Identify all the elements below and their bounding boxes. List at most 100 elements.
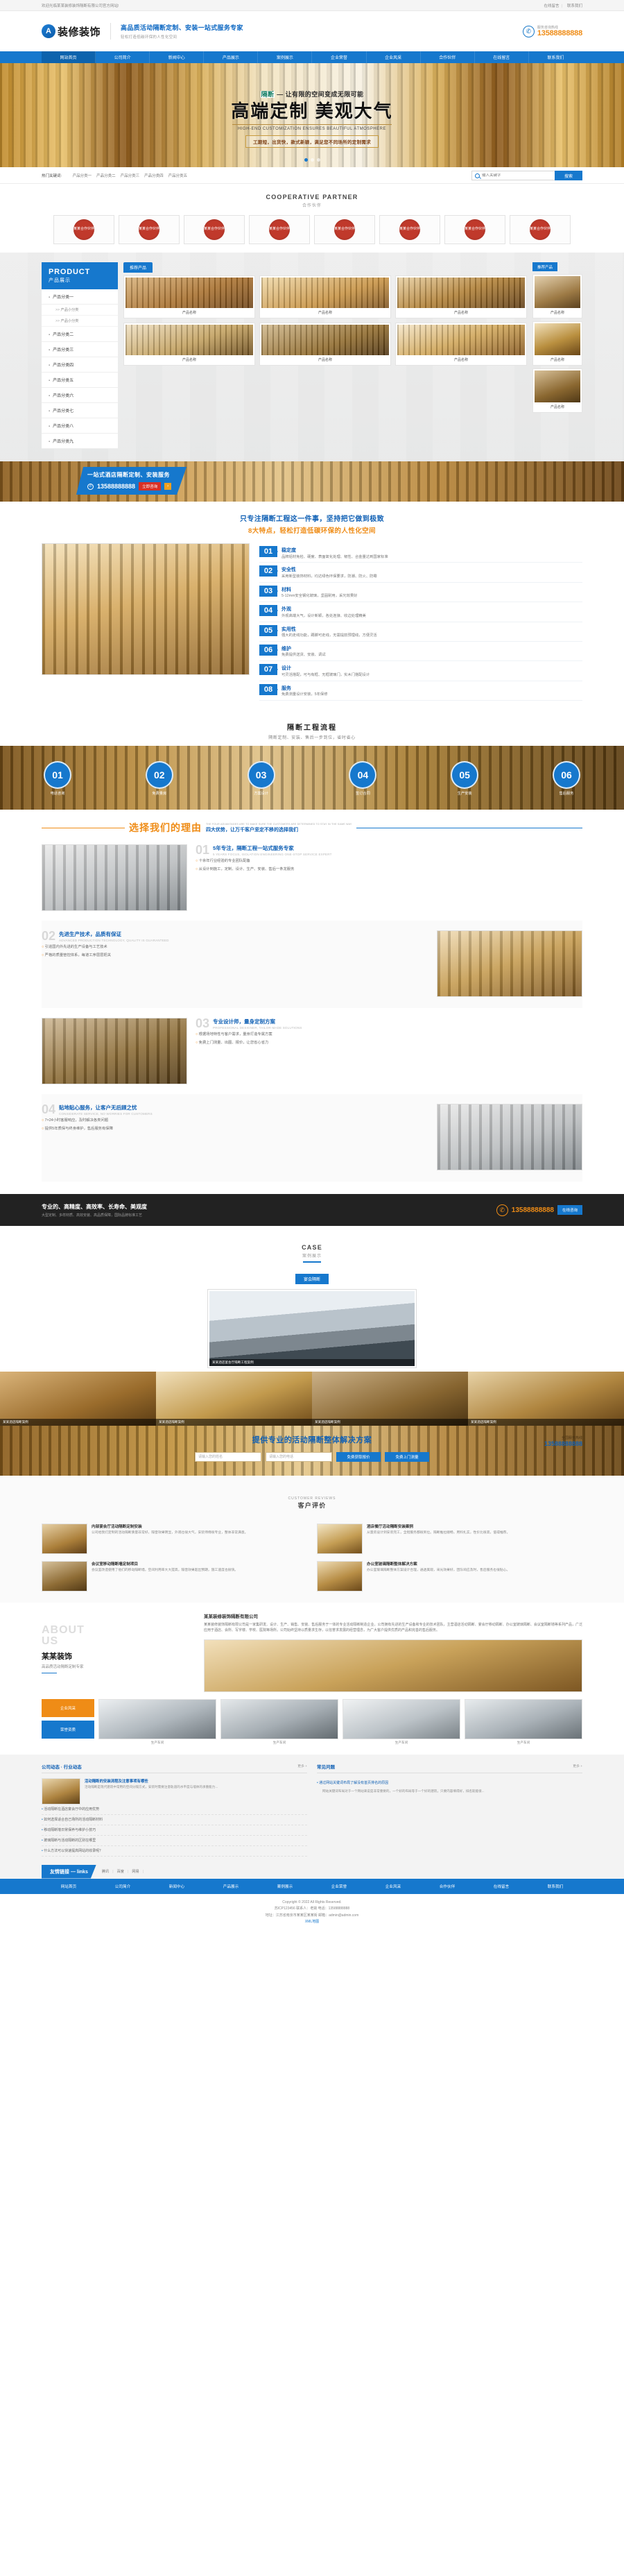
topbar-link-message[interactable]: 在线留言: [544, 4, 560, 8]
process-step-0[interactable]: 01 电话咨询: [42, 761, 73, 796]
review-item-2[interactable]: 会议室移动隔断墙定制项目 会议室改造使用了他们的移动隔断墙，空间利用率大大提高，隔…: [42, 1560, 307, 1592]
case-thumb-0[interactable]: 某某酒店隔断案例: [0, 1371, 156, 1426]
footer-nav-item-5[interactable]: 企业荣誉: [312, 1879, 366, 1894]
footer-nav-item-2[interactable]: 新闻中心: [150, 1879, 204, 1894]
product-category-0[interactable]: 产品分类一: [42, 289, 118, 305]
process-step-1[interactable]: 02 免费量房: [144, 761, 175, 796]
news-left-item-3[interactable]: 玻璃隔断与活动隔断的区别在哪里: [42, 1836, 307, 1846]
process-step-2[interactable]: 03 方案设计: [245, 761, 277, 796]
partner-logo-5[interactable]: 某某合作伙伴: [379, 215, 440, 244]
nav-item-7[interactable]: 合作伙伴: [421, 51, 475, 63]
review-item-0[interactable]: 内部宴会厅活动隔断定制安装 公司给我们定制的活动隔断质量非常好，隔音效果明显，外观…: [42, 1523, 307, 1554]
topbar-link-contact[interactable]: 联系我们: [567, 4, 582, 8]
friend-link-2[interactable]: 网易: [132, 1870, 139, 1874]
friend-links-list[interactable]: 腾讯 | 百度 | 网易 |: [96, 1869, 147, 1874]
search-box[interactable]: 搜索: [471, 171, 582, 180]
cta-strip-button[interactable]: 立即咨询: [139, 482, 161, 491]
orange-cta-button-0[interactable]: 免费获取报价: [336, 1451, 381, 1462]
product-card-2[interactable]: 产品名称: [395, 275, 527, 318]
banner-dot-1[interactable]: [304, 158, 308, 162]
search-button[interactable]: 搜索: [555, 171, 582, 180]
nav-item-3[interactable]: 产品展示: [204, 51, 259, 63]
main-nav[interactable]: 网站首页 公司简介 新闻中心 产品展示 案例展示 企业荣誉 企业风采 合作伙伴 在线留言 联系我们: [0, 51, 624, 63]
news-feature-thumb[interactable]: [42, 1777, 80, 1805]
about-gallery-image-0[interactable]: [98, 1698, 216, 1739]
nav-item-1[interactable]: 公司简介: [96, 51, 150, 63]
news-left-item-0[interactable]: 活动隔断在酒店宴会厅中的应用优势: [42, 1805, 307, 1815]
news-right-item-0[interactable]: 通过网站关键词布局了解没有首页排名的原因: [317, 1778, 582, 1788]
recommended-card-1[interactable]: 产品名称: [532, 321, 582, 366]
case-thumb-2[interactable]: 某某酒店隔断案例: [312, 1371, 468, 1426]
banner-dots[interactable]: [0, 158, 624, 163]
footer-nav[interactable]: 网站首页 公司简介 新闻中心 产品展示 案例展示 企业荣誉 企业风采 合作伙伴 在线留言 联系我们: [0, 1878, 624, 1894]
product-category-1[interactable]: 产品分类二: [42, 327, 118, 342]
case-thumb-strip[interactable]: 某某酒店隔断案例 某某酒店隔断案例 某某酒店隔断案例 某某酒店隔断案例: [0, 1371, 624, 1426]
footer-nav-item-0[interactable]: 网站首页: [42, 1879, 96, 1894]
case-thumb-3[interactable]: 某某酒店隔断案例: [468, 1371, 624, 1426]
product-subcategory-0-0[interactable]: 产品小分类: [42, 305, 118, 316]
chevron-right-icon[interactable]: ›: [164, 483, 171, 490]
news-left-item-4[interactable]: 什么方法可以快速提高网站的收录呢？: [42, 1846, 307, 1857]
product-subcategory-0-1[interactable]: 产品小分类: [42, 316, 118, 327]
footer-nav-item-9[interactable]: 联系我们: [528, 1879, 582, 1894]
orange-cta-input-0[interactable]: 请输入您的姓名: [195, 1451, 261, 1462]
partner-logo-0[interactable]: 某某合作伙伴: [53, 215, 114, 244]
nav-item-2[interactable]: 新闻中心: [150, 51, 205, 63]
news-right-more[interactable]: 更多 +: [573, 1764, 582, 1768]
process-step-3[interactable]: 04 签订合同: [347, 761, 379, 796]
hot-keyword-0[interactable]: 产品分类一: [73, 174, 92, 178]
footer-nav-item-6[interactable]: 企业风采: [366, 1879, 420, 1894]
product-category-5[interactable]: 产品分类六: [42, 388, 118, 403]
footer-nav-item-7[interactable]: 合作伙伴: [420, 1879, 474, 1894]
product-card-1[interactable]: 产品名称: [259, 275, 391, 318]
product-category-3[interactable]: 产品分类四: [42, 357, 118, 373]
nav-item-8[interactable]: 在线留言: [475, 51, 529, 63]
about-gallery-image-2[interactable]: [343, 1698, 460, 1739]
footer-nav-item-3[interactable]: 产品展示: [204, 1879, 258, 1894]
site-logo[interactable]: 装修装饰: [42, 24, 101, 39]
partner-logo-4[interactable]: 某某合作伙伴: [314, 215, 375, 244]
hot-keyword-2[interactable]: 产品分类三: [121, 174, 140, 178]
orange-cta-input-1[interactable]: 请输入您的电话: [266, 1451, 332, 1462]
review-item-1[interactable]: 酒店餐厅活动隔断安装案例 从量房设计到安装完工，全程服务都很到位。隔断推拉顺畅，用…: [317, 1523, 582, 1554]
partner-logo-3[interactable]: 某某合作伙伴: [249, 215, 310, 244]
partner-logo-6[interactable]: 某某合作伙伴: [444, 215, 505, 244]
product-card-4[interactable]: 产品名称: [259, 323, 391, 366]
news-left-item-2[interactable]: 移动隔断墙日常保养与维护小技巧: [42, 1825, 307, 1836]
hot-keyword-1[interactable]: 产品分类二: [96, 174, 116, 178]
product-category-4[interactable]: 产品分类五: [42, 373, 118, 388]
partner-logo-2[interactable]: 某某合作伙伴: [184, 215, 245, 244]
about-gallery-image-3[interactable]: [465, 1698, 582, 1739]
news-feature-title[interactable]: 活动隔断的安装流程及注意事项有哪些: [85, 1778, 218, 1784]
dark-cta-button[interactable]: 在线咨询: [557, 1205, 582, 1215]
recommended-card-0[interactable]: 产品名称: [532, 274, 582, 318]
product-category-6[interactable]: 产品分类七: [42, 403, 118, 418]
case-tab[interactable]: 宴会隔断: [295, 1273, 329, 1284]
product-category-8[interactable]: 产品分类九: [42, 434, 118, 449]
banner-dot-2[interactable]: [310, 158, 314, 162]
product-card-5[interactable]: 产品名称: [395, 323, 527, 366]
product-tab[interactable]: 推荐产品: [123, 262, 153, 273]
case-hero-image[interactable]: 某某酒店宴会厅隔断工程案例: [208, 1289, 416, 1367]
about-gallery-image-1[interactable]: [220, 1698, 338, 1739]
case-tabs[interactable]: 宴会隔断: [0, 1273, 624, 1284]
product-category-7[interactable]: 产品分类八: [42, 418, 118, 434]
footer-nav-item-8[interactable]: 在线留言: [474, 1879, 528, 1894]
recommended-card-2[interactable]: 产品名称: [532, 368, 582, 413]
orange-cta-button-1[interactable]: 免费上门测量: [385, 1451, 429, 1462]
footer-nav-item-1[interactable]: 公司简介: [96, 1879, 150, 1894]
review-item-3[interactable]: 办公室玻璃隔断整体解决方案 办公室玻璃隔断整体方案设计合理，通透美观，采光效果好，…: [317, 1560, 582, 1592]
news-left-more[interactable]: 更多 +: [297, 1764, 307, 1768]
about-gallery-button-1[interactable]: 荣誉资质: [42, 1720, 94, 1739]
product-category-2[interactable]: 产品分类三: [42, 342, 118, 357]
nav-item-0[interactable]: 网站首页: [42, 51, 96, 63]
nav-item-4[interactable]: 案例展示: [258, 51, 313, 63]
search-field[interactable]: [471, 171, 555, 180]
news-left-item-1[interactable]: 如何选择适合自己场所的活动隔断材料: [42, 1815, 307, 1825]
partner-logo-1[interactable]: 某某合作伙伴: [119, 215, 180, 244]
xml-sitemap-link[interactable]: XML地图: [0, 1919, 624, 1926]
nav-item-5[interactable]: 企业荣誉: [312, 51, 367, 63]
partner-logo-7[interactable]: 某某合作伙伴: [510, 215, 571, 244]
hot-keyword-3[interactable]: 产品分类四: [144, 174, 164, 178]
nav-item-6[interactable]: 企业风采: [367, 51, 421, 63]
